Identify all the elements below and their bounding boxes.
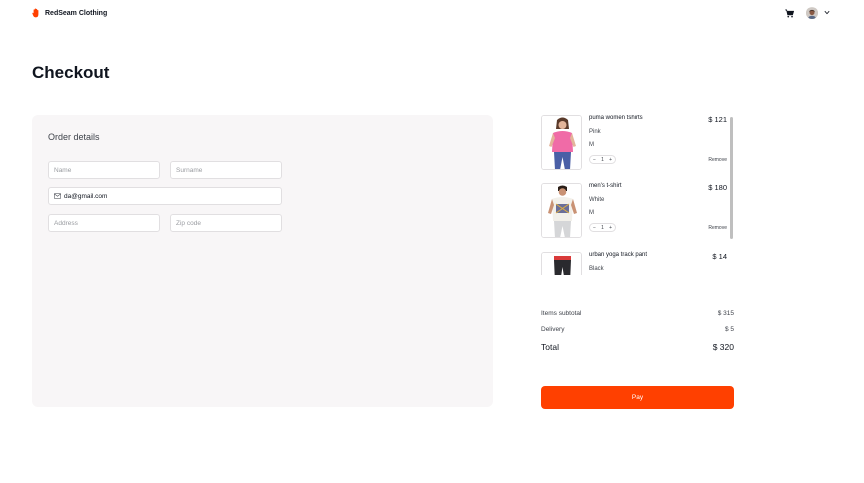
cart-icon[interactable] [785,9,794,18]
remove-button[interactable]: Remove [708,157,727,163]
zip-code-placeholder: Zip code [176,219,201,227]
quantity-stepper: − 1 + [589,223,616,232]
item-color: Black [589,266,604,272]
subtotal-row: Items subtotal $ 315 [541,310,734,317]
hand-icon [32,8,39,18]
item-name: urban yoga track pant [589,252,648,258]
item-color: Pink [589,129,601,135]
item-color: White [589,197,605,203]
page-title: Checkout [32,63,110,82]
quantity-value: 1 [601,156,604,163]
avatar[interactable] [806,7,818,19]
track-pant-image [542,253,581,275]
total-label: Total [541,342,559,352]
subtotal-value: $ 315 [717,310,734,317]
address-placeholder: Address [54,219,78,227]
increase-button[interactable]: + [609,157,612,163]
name-field[interactable]: Name [48,161,160,179]
subtotal-label: Items subtotal [541,310,582,317]
pay-button[interactable]: Pay [541,386,734,409]
total-row: Total $ 320 [541,342,734,352]
cart-item: puma women tshirts $ 121 Pink M − 1 + Re… [541,115,727,173]
item-size: M [589,210,594,216]
order-details-panel: Order details Name Surname da@gmail.com … [32,115,493,407]
surname-field[interactable]: Surname [170,161,282,179]
zip-code-field[interactable]: Zip code [170,214,282,232]
cart-item: men's t-shirt $ 180 White M − 1 + Remove [541,183,727,241]
chevron-down-icon[interactable] [824,10,830,15]
email-value: da@gmail.com [64,192,108,200]
item-name: men's t-shirt [589,183,622,189]
increase-button[interactable]: + [609,225,612,231]
item-price: $ 121 [708,115,727,124]
brand-name: RedSeam Clothing [45,9,108,17]
decrease-button[interactable]: − [593,157,596,163]
brand-logo[interactable]: RedSeam Clothing [32,8,107,18]
decrease-button[interactable]: − [593,225,596,231]
pink-tshirt-image [542,116,581,169]
name-placeholder: Name [54,166,72,174]
quantity-value: 1 [601,224,604,231]
top-nav: RedSeam Clothing [0,0,864,28]
item-price: $ 14 [712,252,727,261]
item-name: puma women tshirts [589,115,643,121]
order-details-title: Order details [48,132,100,142]
surname-placeholder: Surname [176,166,203,174]
delivery-value: $ 5 [724,326,734,333]
remove-button[interactable]: Remove [708,225,727,231]
cart-item: urban yoga track pant $ 14 Black [541,252,727,275]
cart-scrollbar[interactable] [730,117,733,239]
product-image [541,252,582,275]
total-value: $ 320 [712,342,734,352]
product-image [541,115,582,170]
cart-items-list[interactable]: puma women tshirts $ 121 Pink M − 1 + Re… [541,115,734,275]
user-avatar-image [806,8,818,19]
email-field[interactable]: da@gmail.com [48,187,282,205]
delivery-label: Delivery [541,326,565,333]
item-size: M [589,142,594,148]
quantity-stepper: − 1 + [589,155,616,164]
mail-icon [54,193,61,199]
white-tshirt-image [542,184,581,237]
product-image [541,183,582,238]
address-field[interactable]: Address [48,214,160,232]
delivery-row: Delivery $ 5 [541,326,734,333]
item-price: $ 180 [708,183,727,192]
